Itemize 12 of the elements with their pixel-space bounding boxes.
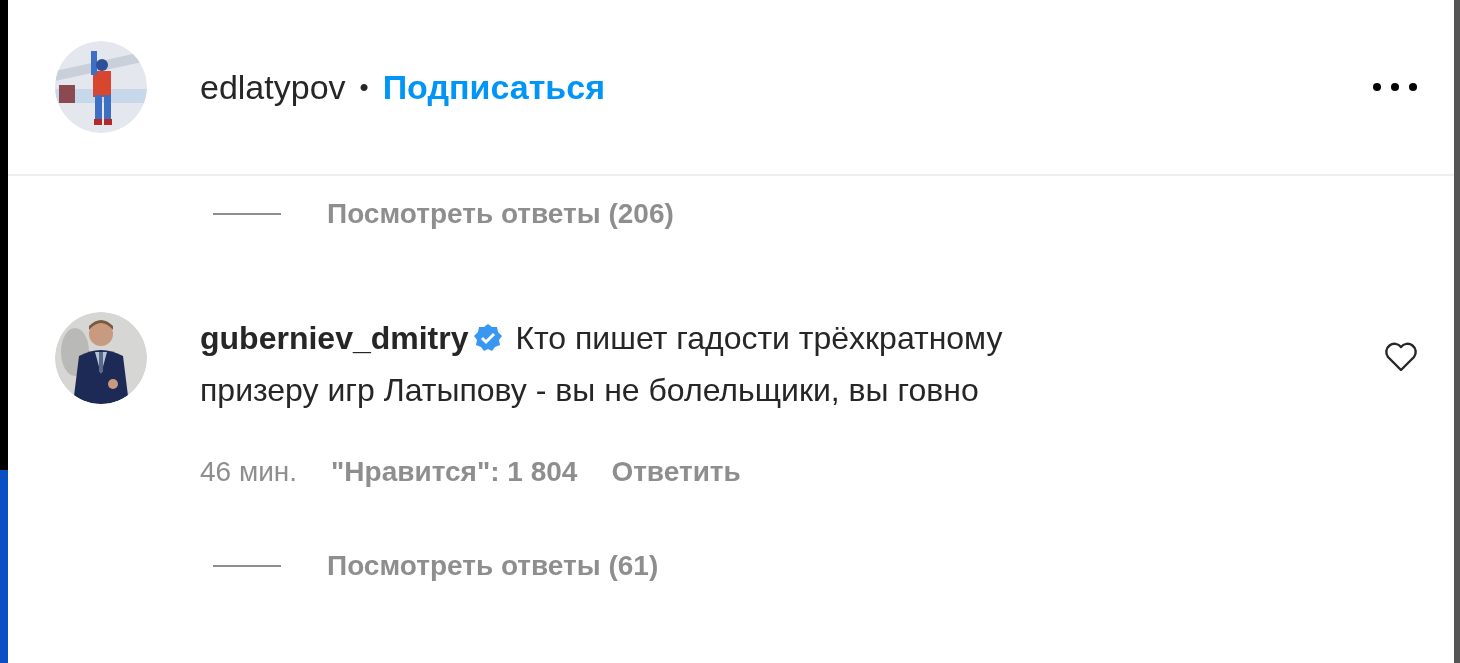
view-replies-link[interactable]: Посмотреть ответы (206) <box>327 198 674 230</box>
heart-icon[interactable] <box>1384 342 1418 372</box>
separator: • <box>359 71 369 103</box>
view-replies-link[interactable]: Посмотреть ответы (61) <box>327 550 659 582</box>
comment-time: 46 мин. <box>200 456 298 488</box>
more-icon[interactable] <box>1372 82 1418 92</box>
reply-button[interactable]: Ответить <box>611 456 741 488</box>
likes-count-button[interactable]: "Нравится": 1 804 <box>331 456 578 488</box>
comment-text: guberniev_dmitry Кто пишет гадости трёхкратному призеру игр Латыпову - вы не болельщики, вы говно <box>200 319 1004 410</box>
username[interactable]: edlatypov <box>200 67 346 107</box>
follow-button[interactable]: Подписаться <box>382 67 605 107</box>
username-link[interactable]: guberniev_dmitry <box>200 320 469 356</box>
